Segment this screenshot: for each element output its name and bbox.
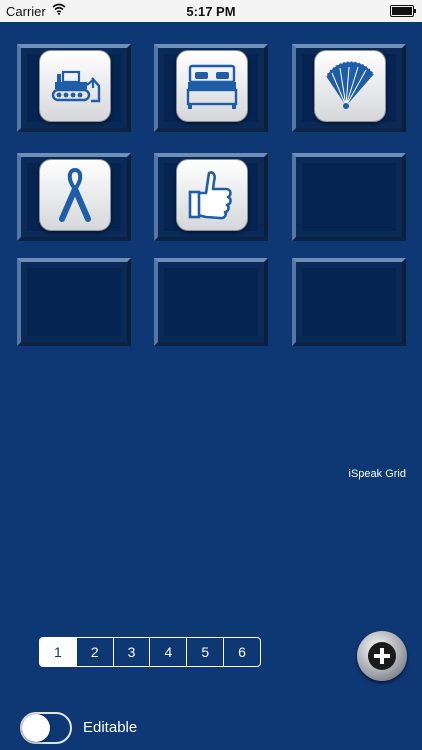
editable-toggle[interactable] xyxy=(20,712,72,744)
page-tab-3[interactable]: 3 xyxy=(114,638,151,666)
thumbs-up-icon xyxy=(188,171,232,220)
clock-time: 5:17 PM xyxy=(186,4,236,19)
thumbs-up-button[interactable] xyxy=(176,159,248,231)
status-bar: Carrier 5:17 PM xyxy=(0,0,422,22)
page-tab-2[interactable]: 2 xyxy=(77,638,114,666)
grid-cell-3[interactable] xyxy=(292,44,406,132)
toggle-knob xyxy=(22,714,50,742)
battery-icon xyxy=(390,5,416,17)
awareness-ribbon-button[interactable] xyxy=(39,159,111,231)
editable-label: Editable xyxy=(83,719,138,736)
page-tab-4[interactable]: 4 xyxy=(150,638,188,666)
bulldozer-icon xyxy=(51,70,101,103)
page-tab-5[interactable]: 5 xyxy=(187,638,225,666)
grid-cell-6[interactable] xyxy=(292,153,406,241)
grid-cell-8[interactable] xyxy=(154,258,268,346)
bulldozer-button[interactable] xyxy=(39,50,111,122)
page-tab-6[interactable]: 6 xyxy=(224,638,260,666)
grid-cell-5[interactable] xyxy=(154,153,268,241)
plus-icon xyxy=(368,642,396,670)
add-button[interactable] xyxy=(357,631,407,681)
page-tab-1[interactable]: 1 xyxy=(40,638,77,666)
awareness-ribbon-icon xyxy=(59,167,91,222)
grid-cell-4[interactable] xyxy=(17,153,131,241)
grid-cell-9[interactable] xyxy=(292,258,406,346)
bed-button[interactable] xyxy=(176,50,248,122)
grid-cell-2[interactable] xyxy=(154,44,268,132)
hand-fan-icon xyxy=(325,60,375,109)
grid-cell-1[interactable] xyxy=(17,44,131,132)
grid-cell-7[interactable] xyxy=(17,258,131,346)
page-selector[interactable]: 1 2 3 4 5 6 xyxy=(39,637,261,667)
hand-fan-button[interactable] xyxy=(314,50,386,122)
grid-title: iSpeak Grid xyxy=(348,468,406,480)
bed-icon xyxy=(186,64,238,109)
